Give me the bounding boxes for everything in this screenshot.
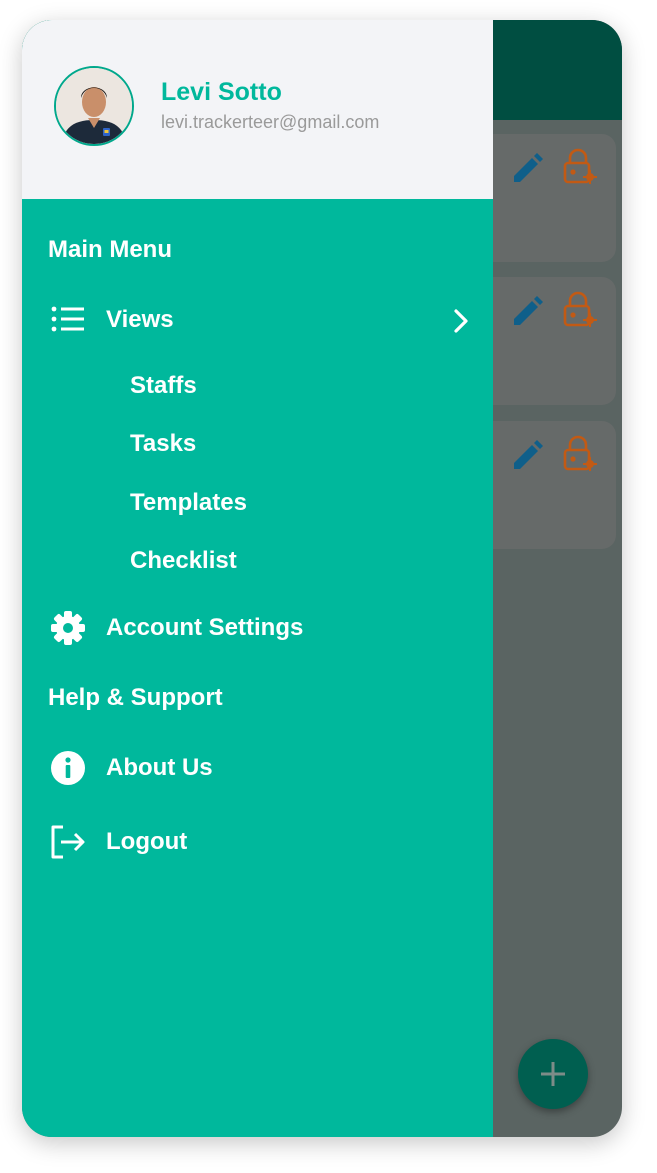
section-title: Main Menu bbox=[48, 236, 172, 263]
menu-item-logout[interactable]: Logout bbox=[22, 814, 493, 870]
list-icon bbox=[51, 306, 84, 332]
menu-item-account-settings[interactable]: Account Settings bbox=[22, 600, 493, 656]
list-card[interactable] bbox=[472, 277, 616, 405]
edit-icon[interactable] bbox=[506, 437, 546, 477]
menu-item-label: Logout bbox=[106, 828, 188, 855]
submenu-item-checklist[interactable]: Checklist bbox=[130, 547, 237, 575]
add-button[interactable] bbox=[518, 1039, 588, 1109]
lock-settings-icon[interactable] bbox=[560, 433, 600, 473]
edit-icon[interactable] bbox=[506, 293, 546, 333]
submenu-item-tasks[interactable]: Tasks bbox=[130, 430, 196, 458]
menu-item-label: About Us bbox=[106, 754, 213, 781]
logout-icon bbox=[51, 825, 85, 859]
drawer-header: Levi Sotto levi.trackerteer@gmail.com bbox=[22, 20, 493, 199]
lock-settings-icon[interactable] bbox=[560, 289, 600, 329]
phone-screen: Levi Sotto levi.trackerteer@gmail.com Ma… bbox=[22, 20, 622, 1137]
info-icon bbox=[51, 751, 85, 785]
menu-item-label: Views bbox=[106, 306, 174, 333]
user-email: levi.trackerteer@gmail.com bbox=[161, 112, 380, 132]
menu-item-about-us[interactable]: About Us bbox=[22, 740, 493, 796]
gear-icon bbox=[51, 611, 85, 645]
menu-item-views[interactable]: Views bbox=[22, 292, 493, 348]
lock-settings-icon[interactable] bbox=[560, 146, 600, 186]
avatar[interactable] bbox=[54, 66, 134, 146]
submenu-item-staffs[interactable]: Staffs bbox=[130, 372, 197, 400]
plus-icon bbox=[541, 1062, 565, 1086]
menu-item-label: Account Settings bbox=[106, 614, 304, 641]
submenu-item-templates[interactable]: Templates bbox=[130, 489, 247, 517]
user-name: Levi Sotto bbox=[161, 78, 282, 106]
navigation-drawer: Levi Sotto levi.trackerteer@gmail.com Ma… bbox=[22, 20, 493, 1137]
menu-item-help-support[interactable]: Help & Support bbox=[48, 684, 223, 712]
edit-icon[interactable] bbox=[506, 150, 546, 190]
chevron-right-icon[interactable] bbox=[450, 308, 472, 334]
list-card[interactable] bbox=[472, 134, 616, 262]
list-card[interactable] bbox=[472, 421, 616, 549]
profile-photo-icon bbox=[56, 68, 132, 144]
